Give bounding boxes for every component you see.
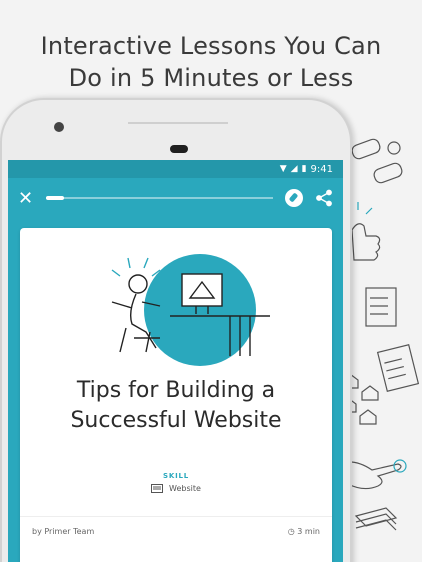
headline: Interactive Lessons You Can Do in 5 Minu… (0, 30, 422, 94)
card-footer: by Primer Team ◷ 3 min (20, 516, 332, 546)
status-time: 9:41 (310, 163, 333, 175)
lesson-title-line-1: Tips for Building a (76, 378, 276, 403)
wifi-icon: ▼ (279, 164, 287, 174)
status-bar: ▼ ◢ ▮ 9:41 (8, 160, 343, 178)
author-label: by Primer Team (32, 527, 95, 536)
paper-stack-icon (354, 507, 398, 531)
lesson-title-line-2: Successful Website (70, 408, 282, 433)
duration: ◷ 3 min (288, 527, 320, 536)
speaker-grille (170, 145, 188, 153)
lesson-progress-bar (46, 196, 273, 200)
document-icon (365, 287, 397, 327)
duration-label: 3 min (297, 527, 320, 536)
skill-label: SKILL (163, 472, 189, 480)
phone-frame: ▼ ◢ ▮ 9:41 ✕ Tips for Building a Success… (0, 98, 352, 562)
lesson-title: Tips for Building a Successful Website (20, 376, 332, 436)
binoculars-icon (351, 138, 403, 184)
clock-icon: ◷ (287, 527, 295, 536)
skill-tag: Website (20, 484, 332, 493)
skill-name: Website (169, 484, 201, 493)
share-icon[interactable] (315, 189, 333, 207)
lesson-toolbar: ✕ (8, 178, 343, 218)
signal-icon: ◢ (290, 164, 298, 174)
headline-line-1: Interactive Lessons You Can (40, 32, 382, 60)
phone-screen: ▼ ◢ ▮ 9:41 ✕ Tips for Building a Success… (8, 160, 343, 562)
close-icon[interactable]: ✕ (18, 188, 38, 209)
earpiece (128, 122, 228, 124)
lesson-progress-fill (46, 196, 65, 200)
headline-line-2: Do in 5 Minutes or Less (68, 64, 354, 92)
compass-icon[interactable] (285, 189, 303, 207)
phone-bezel (2, 100, 350, 162)
lesson-card[interactable]: Tips for Building a Successful Website S… (20, 228, 332, 562)
camera-icon (54, 122, 64, 132)
notepad-icon (376, 343, 420, 393)
lesson-illustration (111, 254, 270, 366)
website-icon (151, 484, 164, 493)
battery-icon: ▮ (301, 164, 307, 174)
